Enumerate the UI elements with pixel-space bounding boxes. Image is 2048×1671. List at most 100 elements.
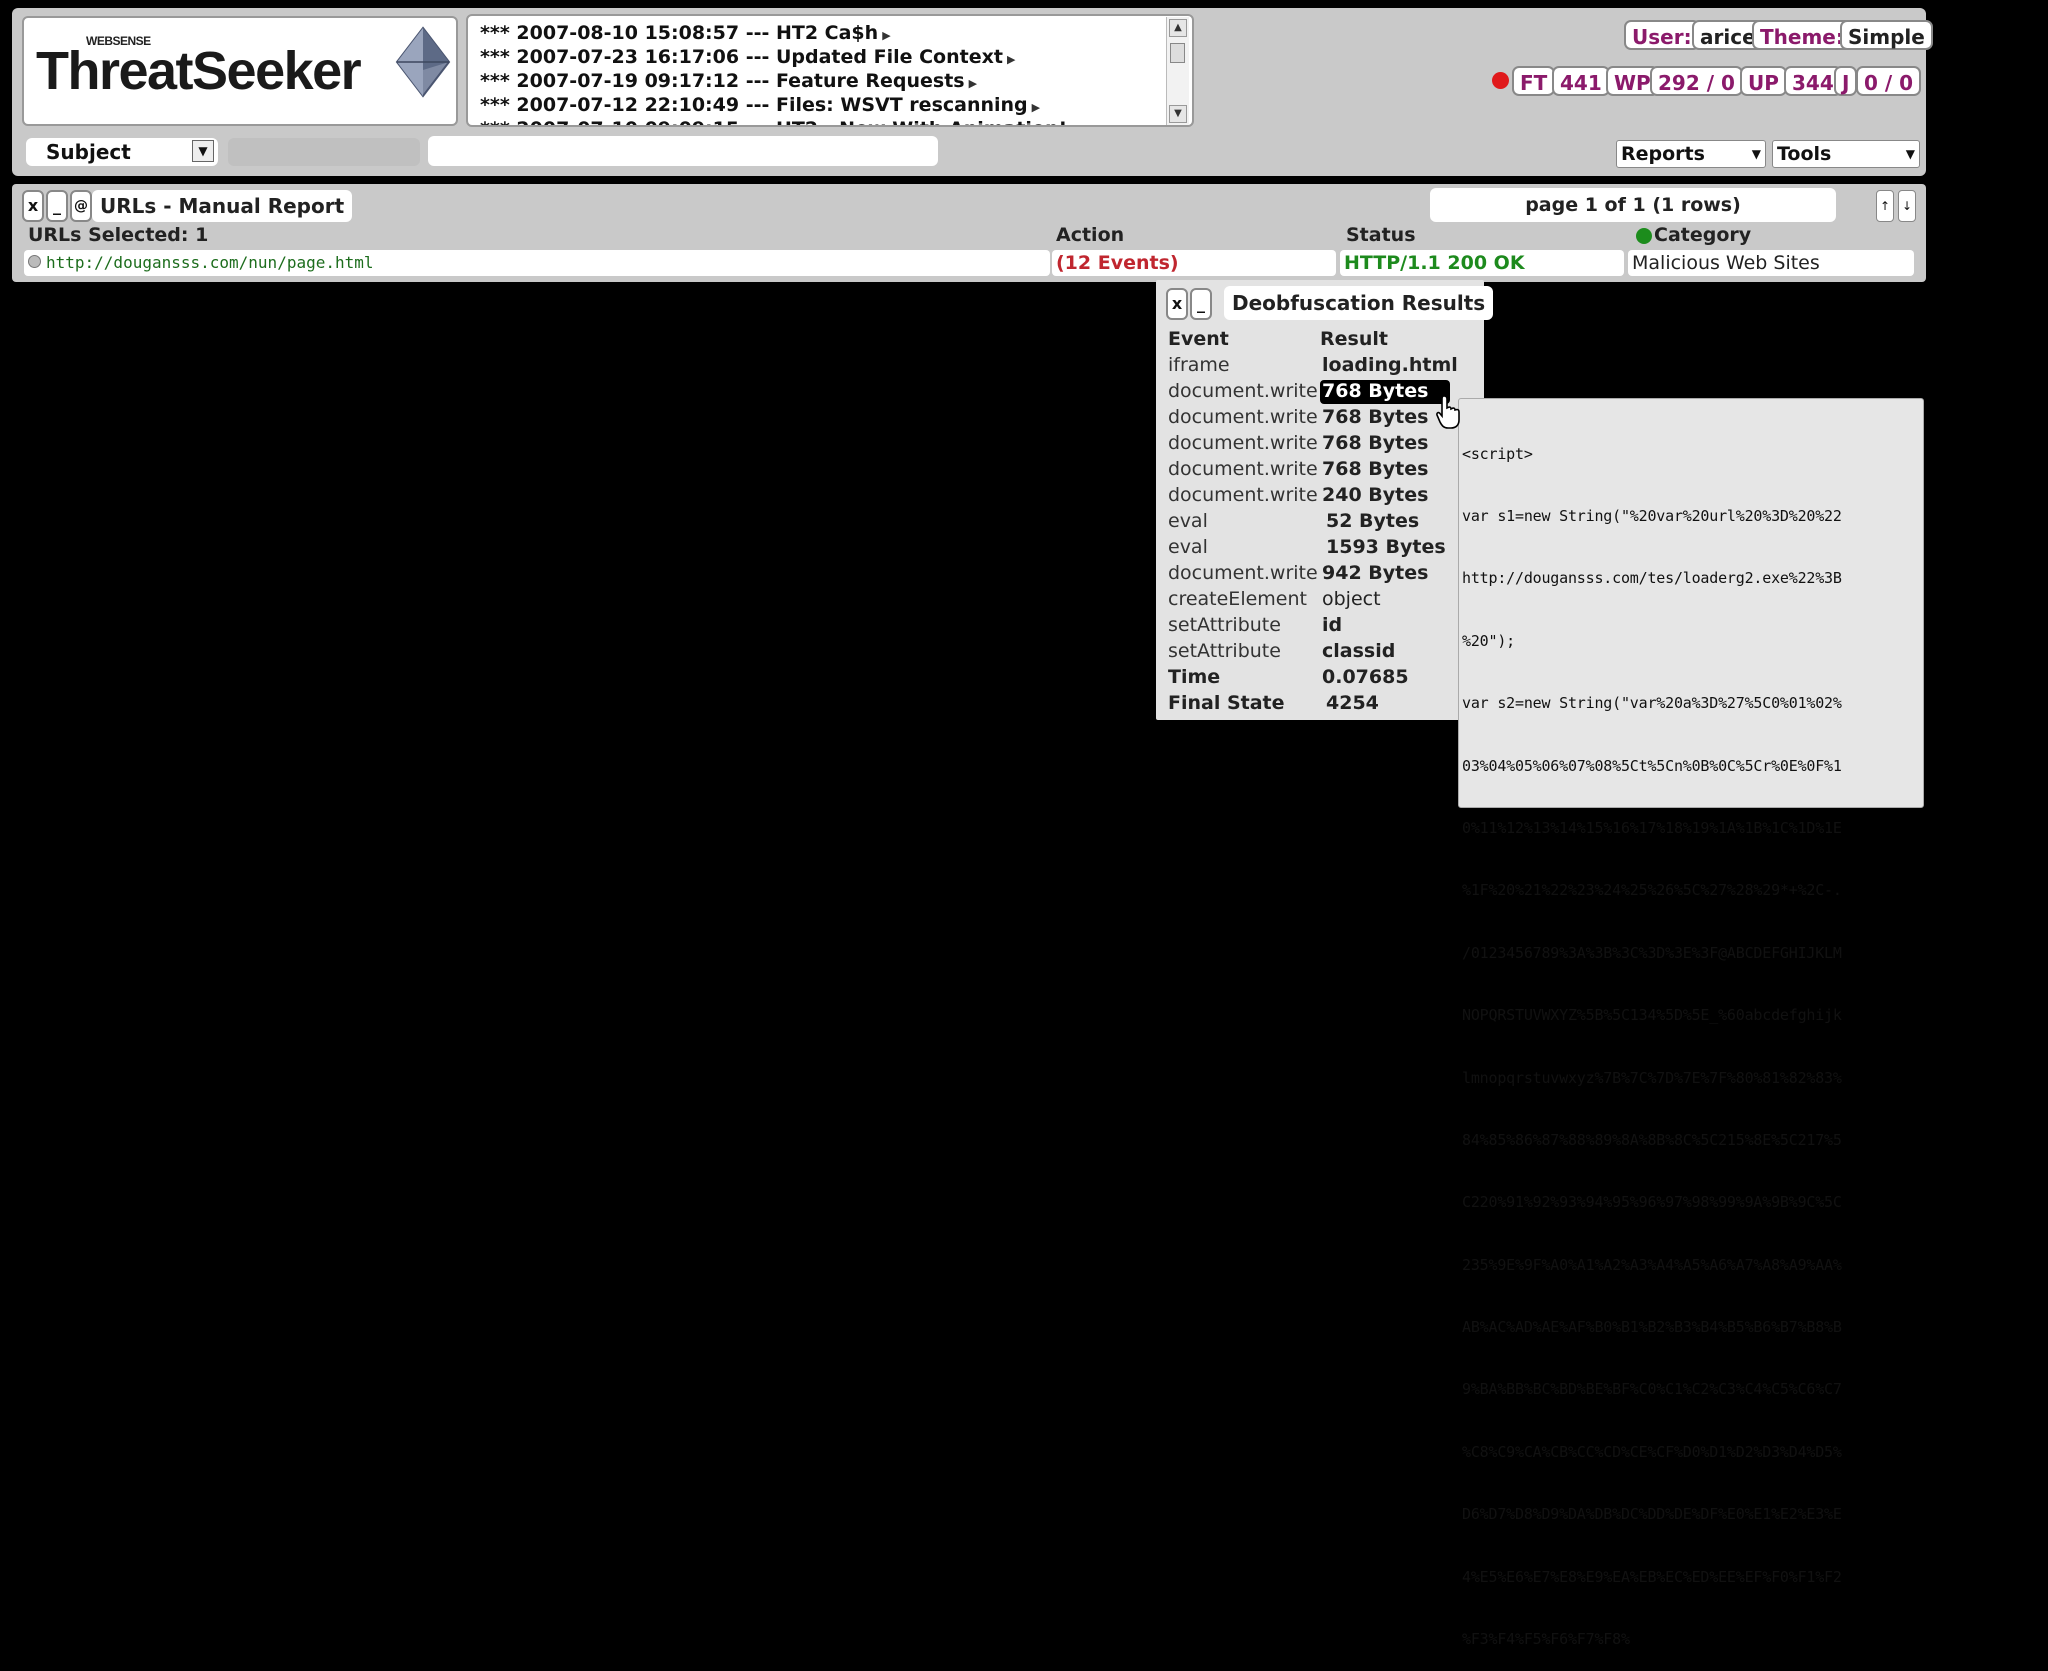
minimize-button[interactable]: _: [1190, 288, 1212, 320]
column-header-action[interactable]: Action: [1056, 224, 1124, 246]
event-name: document.write: [1168, 458, 1318, 480]
ft-count[interactable]: 441: [1552, 66, 1610, 96]
event-result[interactable]: 768 Bytes: [1322, 458, 1428, 480]
pagination-info: page 1 of 1 (1 rows): [1430, 188, 1836, 222]
ft-label[interactable]: FT: [1512, 66, 1556, 96]
http-status: HTTP/1.1 200 OK: [1340, 250, 1624, 276]
script-line: 03%04%05%06%07%08%5Ct%5Cn%0B%0C%5Cr%0E%0…: [1462, 756, 1842, 775]
time-value: 0.07685: [1322, 666, 1409, 688]
event-name: eval: [1168, 510, 1208, 532]
news-item[interactable]: *** 2007-07-12 22:10:49 --- Files: WSVT …: [480, 94, 1040, 116]
sort-up-button[interactable]: ↑: [1876, 190, 1894, 222]
status-indicator-icon: [1492, 72, 1509, 89]
script-line: 0%11%12%13%14%15%16%17%18%19%1A%1B%1C%1D…: [1462, 818, 1842, 837]
diamond-logo-icon: [395, 26, 451, 98]
final-state-value: 4254: [1326, 692, 1379, 714]
event-name: document.write: [1168, 432, 1318, 454]
subject-dropdown-label: Subject: [46, 140, 131, 164]
report-title: URLs - Manual Report: [92, 190, 353, 222]
news-item[interactable]: *** 2007-07-19 09:17:12 --- Feature Requ…: [480, 70, 977, 92]
expand-arrow-icon: ▶: [1071, 125, 1079, 127]
news-item[interactable]: *** 2007-07-10 09:09:15 --- HT2 - Now Wi…: [480, 118, 1080, 127]
script-line: %20");: [1462, 631, 1515, 650]
urls-selected-label: URLs Selected: 1: [28, 224, 209, 246]
expand-arrow-icon: ▶: [968, 77, 978, 90]
chevron-down-icon[interactable]: ▼: [192, 140, 214, 162]
url-link[interactable]: http://dougansss.com/nun/page.html: [24, 250, 1050, 276]
sort-down-button[interactable]: ↓: [1898, 190, 1916, 222]
script-line: /0123456789%3A%3B%3C%3D%3E%3F@ABCDEFGHIJ…: [1462, 943, 1842, 962]
event-result[interactable]: 768 Bytes: [1322, 380, 1428, 402]
event-result: classid: [1322, 640, 1396, 662]
row-select-radio[interactable]: [28, 255, 41, 268]
script-line: NOPQRSTUVWXYZ%5B%5C134%5D%5E_%60abcdefgh…: [1462, 1006, 1842, 1025]
event-header: Event: [1168, 328, 1229, 350]
caret-down-icon: ▼: [1751, 147, 1761, 161]
event-name: createElement: [1168, 588, 1307, 610]
expand-arrow-icon: ▶: [1006, 53, 1016, 66]
event-result[interactable]: 240 Bytes: [1322, 484, 1428, 506]
event-result[interactable]: 52 Bytes: [1326, 510, 1419, 532]
scroll-down-icon[interactable]: ▼: [1169, 105, 1187, 123]
close-button[interactable]: x: [1166, 288, 1188, 320]
news-item[interactable]: *** 2007-08-10 15:08:57 --- HT2 Ca$h ▶: [480, 22, 891, 44]
event-result[interactable]: loading.html: [1322, 354, 1458, 376]
news-scrollbar[interactable]: ▲ ▼: [1166, 17, 1189, 125]
user-label: User:: [1624, 20, 1700, 50]
reports-menu[interactable]: Reports ▼: [1616, 140, 1766, 168]
link-button[interactable]: @: [70, 190, 92, 222]
final-state-label: Final State: [1168, 692, 1285, 714]
script-line: %1F%20%21%22%23%24%25%26%5C%27%28%29*+%2…: [1462, 881, 1842, 900]
event-result: object: [1322, 588, 1381, 610]
event-name: iframe: [1168, 354, 1230, 376]
event-result[interactable]: 1593 Bytes: [1326, 536, 1446, 558]
event-name: document.write: [1168, 484, 1318, 506]
script-line: 4%E5%E6%E7%E8%E9%EA%EB%EC%ED%EE%EF%F0%F1…: [1462, 1567, 1842, 1586]
minimize-button[interactable]: _: [46, 190, 68, 222]
event-name: setAttribute: [1168, 640, 1281, 662]
event-result[interactable]: 942 Bytes: [1322, 562, 1428, 584]
time-label: Time: [1168, 666, 1221, 688]
news-item[interactable]: *** 2007-07-23 16:17:06 --- Updated File…: [480, 46, 1015, 68]
event-name: document.write: [1168, 406, 1318, 428]
close-button[interactable]: x: [22, 190, 44, 222]
column-header-status[interactable]: Status: [1346, 224, 1416, 246]
event-name: document.write: [1168, 380, 1318, 402]
tools-menu[interactable]: Tools ▼: [1772, 140, 1920, 168]
result-header: Result: [1320, 328, 1388, 350]
secondary-dropdown-disabled: [228, 138, 420, 166]
j-count[interactable]: 0 / 0: [1856, 66, 1922, 96]
event-result[interactable]: 768 Bytes: [1322, 432, 1428, 454]
theme-label: Theme:: [1752, 20, 1852, 50]
event-result[interactable]: 768 Bytes: [1322, 406, 1428, 428]
script-line: %F3%F4%F5%F6%F7%F8%: [1462, 1630, 1630, 1649]
news-ticker: *** 2007-08-10 15:08:57 --- HT2 Ca$h ▶ **…: [466, 14, 1194, 127]
category-indicator-icon: [1636, 228, 1652, 244]
scroll-up-icon[interactable]: ▲: [1169, 19, 1187, 37]
script-line: http://dougansss.com/tes/loaderg2.exe%22…: [1462, 569, 1842, 588]
script-line: lmnopqrstuvwxyz%7B%7C%7D%7E%7F%80%81%82%…: [1462, 1068, 1842, 1087]
logo-title: ThreatSeeker: [36, 41, 362, 101]
script-line: <script>: [1462, 444, 1533, 463]
script-line: var s2=new String("var%20a%3D%27%5C0%01%…: [1462, 694, 1842, 713]
script-line: AB%AC%AD%AE%AF%B0%B1%B2%B3%B4%B5%B6%B7%B…: [1462, 1318, 1842, 1337]
theme-button[interactable]: Simple: [1840, 20, 1933, 50]
caret-down-icon: ▼: [1905, 147, 1915, 161]
script-line: %C8%C9%CA%CB%CC%CD%CE%CF%D0%D1%D2%D3%D4%…: [1462, 1442, 1842, 1461]
search-input[interactable]: [428, 136, 938, 166]
event-result: id: [1322, 614, 1343, 636]
event-name: document.write: [1168, 562, 1318, 584]
script-line: 235%9E%9F%A0%A1%A2%A3%A4%A5%A6%A7%A8%A9%…: [1462, 1255, 1842, 1274]
script-line: 84%85%86%87%88%89%8A%8B%8C%5C215%8E%5C21…: [1462, 1130, 1842, 1149]
category-value: Malicious Web Sites: [1628, 250, 1914, 276]
script-line: 9%BA%BB%BC%BD%BE%BF%C0%C1%C2%C3%C4%C5%C6…: [1462, 1380, 1842, 1399]
column-header-category[interactable]: Category: [1654, 224, 1751, 246]
wp-count[interactable]: 292 / 0: [1650, 66, 1743, 96]
script-source: <script> var s1=new String("%20var%20url…: [1462, 402, 1922, 1671]
scroll-thumb[interactable]: [1170, 43, 1185, 63]
j-label[interactable]: J: [1834, 66, 1858, 96]
up-label[interactable]: UP: [1740, 66, 1787, 96]
popup-title: Deobfuscation Results: [1224, 286, 1494, 320]
hand-cursor-icon: [1436, 395, 1460, 429]
events-link[interactable]: (12 Events): [1052, 250, 1336, 276]
